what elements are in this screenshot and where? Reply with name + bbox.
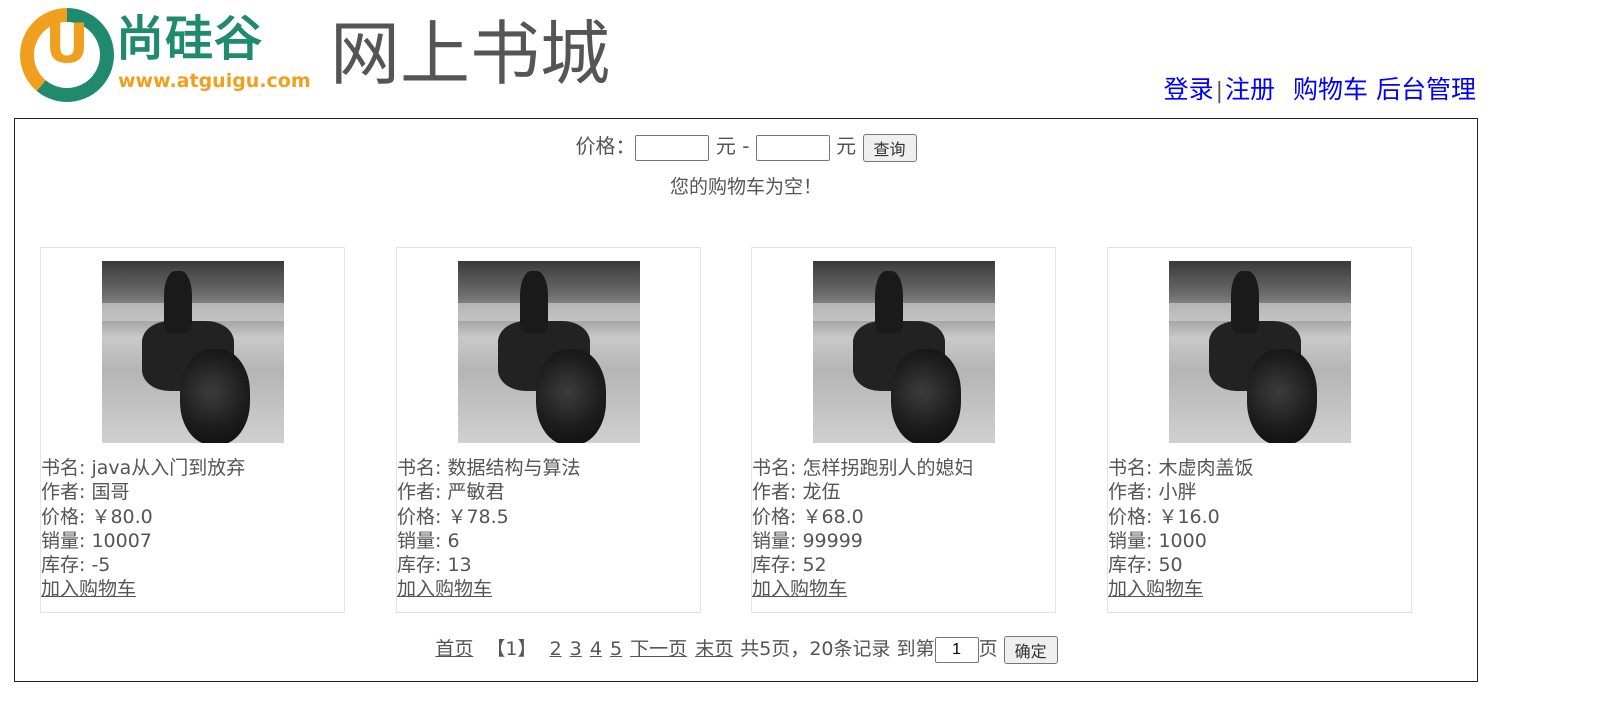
book-sales: 6 (447, 529, 460, 552)
page-link-5[interactable]: 5 (610, 638, 622, 660)
cart-link[interactable]: 购物车 (1293, 75, 1368, 104)
price-label: 价格： (575, 134, 636, 158)
confirm-page-button[interactable]: 确定 (1003, 635, 1058, 664)
book-name: 数据结构与算法 (447, 457, 581, 479)
add-to-cart-link[interactable]: 加入购物车 (397, 578, 492, 600)
logo-letter: U (45, 12, 89, 75)
book-stock: 13 (447, 554, 472, 577)
book-sales-label: 销量: (752, 529, 797, 552)
first-page-link[interactable]: 首页 (435, 638, 473, 660)
book-cover-image[interactable] (813, 261, 995, 443)
unit-label-min: 元 - (715, 134, 750, 158)
book-price: ￥78.5 (447, 505, 509, 528)
book-name: java从入门到放弃 (91, 457, 246, 479)
book-name: 怎样拐跑别人的媳妇 (802, 457, 974, 479)
page-link-4[interactable]: 4 (590, 638, 602, 660)
header: U 尚硅谷 www.atguigu.com 网上书城 登录|注册 购物车 后台管理 (0, 0, 1610, 118)
current-page: 【1】 (486, 638, 537, 660)
book-price: ￥16.0 (1158, 505, 1220, 528)
book-author-label: 作者: (41, 481, 86, 504)
book-price: ￥68.0 (802, 505, 864, 528)
page-summary: 共5页，20条记录 到第 (740, 638, 935, 660)
query-button[interactable]: 查询 (862, 133, 917, 162)
nav-separator: | (1215, 79, 1223, 104)
book-sales-label: 销量: (41, 529, 86, 552)
site-logo[interactable]: U 尚硅谷 www.atguigu.com (20, 8, 320, 104)
pagination: 首页 【1】 2 3 4 5 下一页 末页 共5页，20条记录 到第 页 确定 (15, 633, 1477, 665)
book-author-label: 作者: (752, 481, 797, 504)
book-price-label: 价格: (752, 505, 797, 528)
page-link-2[interactable]: 2 (550, 638, 562, 660)
min-price-input[interactable] (635, 134, 710, 161)
price-search-form: 价格： 元 - 元 查询 (15, 131, 1477, 162)
book-name-label: 书名: (1108, 457, 1153, 479)
site-title: 网上书城 (330, 13, 610, 95)
book-name-label: 书名: (41, 457, 86, 479)
book-name-label: 书名: (397, 457, 442, 479)
book-author: 小胖 (1158, 481, 1197, 504)
max-price-input[interactable] (755, 134, 830, 161)
book-stock-label: 库存: (752, 554, 797, 577)
book-stock-label: 库存: (397, 554, 442, 577)
book-sales-label: 销量: (397, 529, 442, 552)
book-cover-image[interactable] (102, 261, 284, 443)
login-link[interactable]: 登录 (1164, 75, 1214, 104)
book-author-label: 作者: (1108, 481, 1153, 504)
book-price-label: 价格: (41, 505, 86, 528)
book-stock: 52 (802, 554, 827, 577)
book-name-label: 书名: (752, 457, 797, 479)
book-name: 木虚肉盖饭 (1158, 457, 1254, 479)
goto-page-input[interactable] (934, 636, 979, 663)
last-page-link[interactable]: 末页 (695, 638, 733, 660)
book-price-label: 价格: (1108, 505, 1153, 528)
book-sales: 10007 (91, 529, 152, 552)
main-content: 价格： 元 - 元 查询 您的购物车为空！ 书名: java从入门到放弃 作者:… (14, 118, 1478, 682)
book-cover-image[interactable] (458, 261, 640, 443)
book-card: 书名: 怎样拐跑别人的媳妇 作者: 龙伍 价格: ￥68.0 销量: 99999… (751, 247, 1056, 613)
logo-url-text: www.atguigu.com (118, 70, 311, 92)
book-author: 国哥 (91, 481, 130, 504)
admin-link[interactable]: 后台管理 (1376, 75, 1476, 104)
book-stock-label: 库存: (41, 554, 86, 577)
add-to-cart-link[interactable]: 加入购物车 (752, 578, 847, 600)
book-author: 严敏君 (447, 481, 505, 504)
book-cover-image[interactable] (1169, 261, 1351, 443)
book-card: 书名: 数据结构与算法 作者: 严敏君 价格: ￥78.5 销量: 6 库存: … (396, 247, 701, 613)
logo-brand-text: 尚硅谷 (116, 11, 264, 67)
book-stock-label: 库存: (1108, 554, 1153, 577)
book-sales: 99999 (802, 529, 863, 552)
top-nav: 登录|注册 购物车 后台管理 (1164, 74, 1476, 108)
book-card: 书名: java从入门到放弃 作者: 国哥 价格: ￥80.0 销量: 1000… (40, 247, 345, 613)
next-page-link[interactable]: 下一页 (630, 638, 687, 660)
book-price-label: 价格: (397, 505, 442, 528)
page-suffix: 页 (978, 638, 998, 660)
page-link-3[interactable]: 3 (570, 638, 582, 660)
book-author-label: 作者: (397, 481, 442, 504)
book-author: 龙伍 (802, 481, 841, 504)
book-sales: 1000 (1158, 529, 1207, 552)
unit-label-max: 元 (836, 134, 857, 158)
book-sales-label: 销量: (1108, 529, 1153, 552)
add-to-cart-link[interactable]: 加入购物车 (1108, 578, 1203, 600)
cart-status-message: 您的购物车为空！ (669, 176, 822, 198)
register-link[interactable]: 注册 (1225, 75, 1275, 104)
book-stock: 50 (1158, 554, 1183, 577)
book-stock: -5 (91, 554, 111, 577)
book-card: 书名: 木虚肉盖饭 作者: 小胖 价格: ￥16.0 销量: 1000 库存: … (1107, 247, 1412, 613)
book-price: ￥80.0 (91, 505, 153, 528)
add-to-cart-link[interactable]: 加入购物车 (41, 578, 136, 600)
